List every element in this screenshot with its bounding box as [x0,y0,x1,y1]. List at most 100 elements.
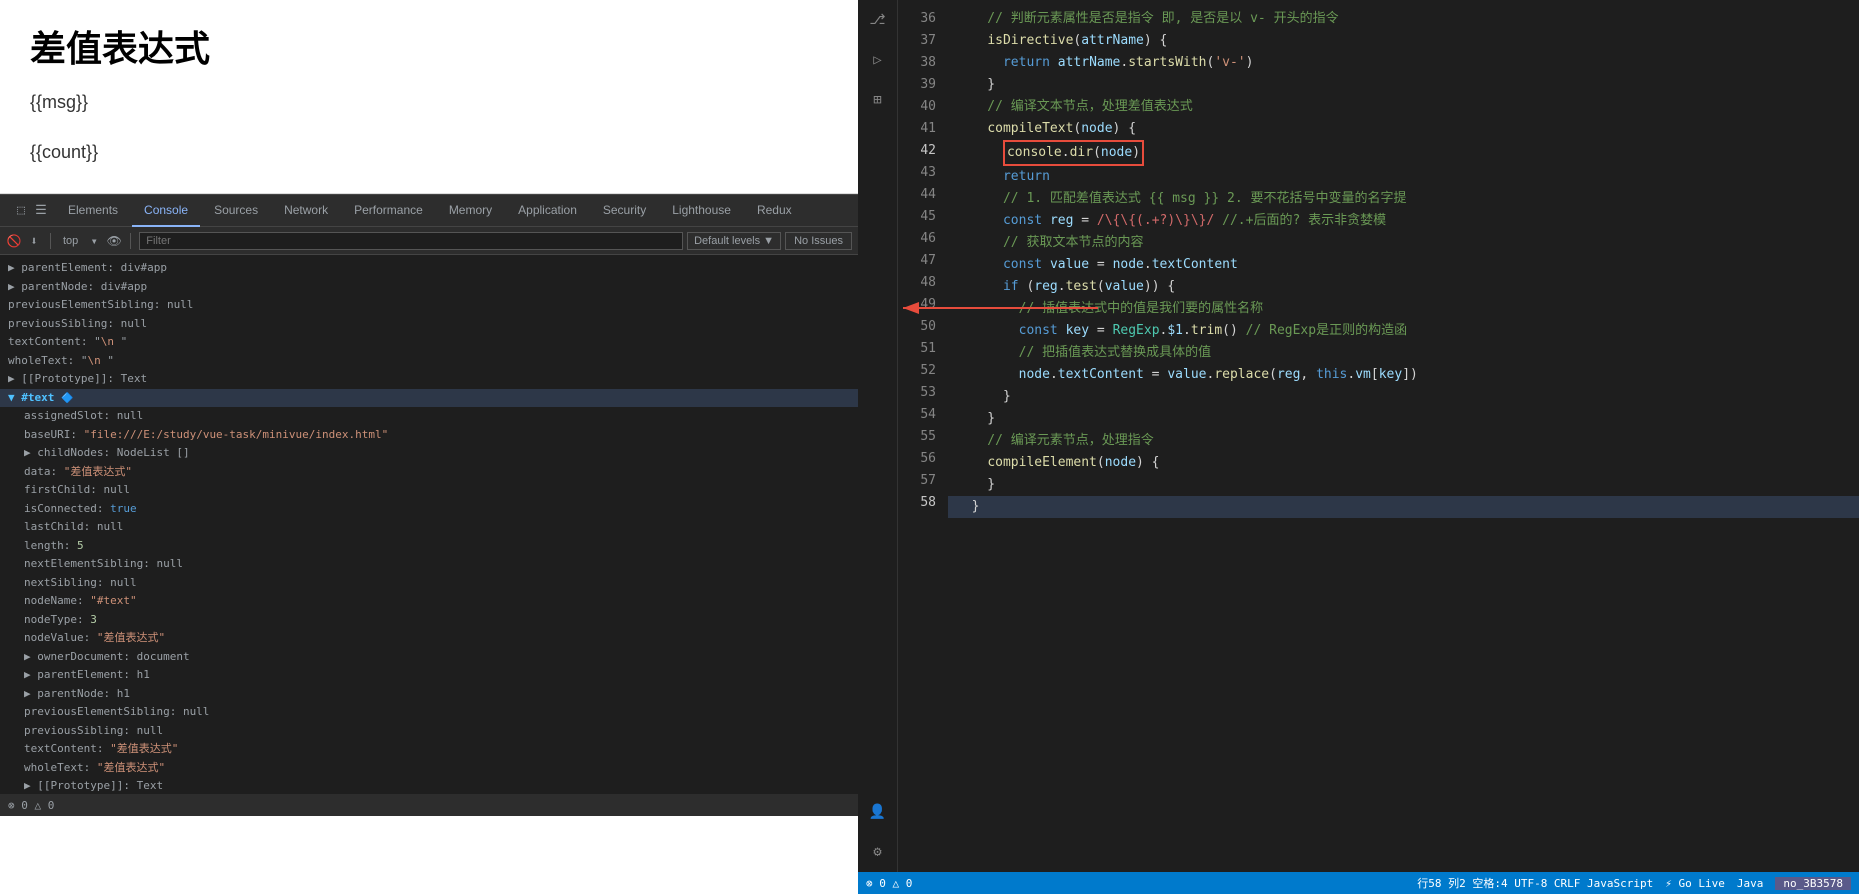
line-num-55: 55 [898,426,936,448]
port-status: no_3B3578 [1775,877,1851,890]
console-output[interactable]: ▶ parentElement: div#app ▶ parentNode: d… [0,255,858,794]
code-line-42: console.dir(node) [948,140,1859,166]
console-prop-isconnected: isConnected: true [0,500,858,519]
main-container: 差值表达式 {{msg}} {{count}} ⬚ ☰ Elements Con… [0,0,1859,894]
left-panel: 差值表达式 {{msg}} {{count}} ⬚ ☰ Elements Con… [0,0,858,894]
tab-lighthouse[interactable]: Lighthouse [660,195,743,227]
console-line-4: previousSibling: null [0,315,858,334]
line-num-40: 40 [898,96,936,118]
console-prop-lastchild: lastChild: null [0,518,858,537]
tab-redux[interactable]: Redux [745,195,804,227]
console-prop-parentel: ▶ parentElement: h1 [0,666,858,685]
line-num-38: 38 [898,52,936,74]
webpage-var2: {{count}} [30,142,828,163]
console-line-5: textContent: "\n " [0,333,858,352]
toolbar-separator [50,233,51,249]
tab-elements[interactable]: Elements [56,195,130,227]
top-context-button[interactable]: top [59,235,82,247]
tab-security[interactable]: Security [591,195,658,227]
inspect-icon[interactable]: ⬚ [12,202,30,220]
code-line-55: // 编译元素节点，处理指令 [948,430,1859,452]
code-line-46: // 获取文本节点的内容 [948,232,1859,254]
console-prop-nextsibling: nextSibling: null [0,574,858,593]
code-line-50: const key = RegExp.$1.trim() // RegExp是正… [948,320,1859,342]
line-num-48: 48 [898,272,936,294]
code-line-47: const value = node.textContent [948,254,1859,276]
default-levels-button[interactable]: Default levels ▼ [687,232,781,250]
debug-icon[interactable]: ▷ [866,48,890,72]
console-prop-prevelsibling: previousElementSibling: null [0,703,858,722]
editor-main: ⎇ ▷ ⊞ 👤 ⚙ [858,0,1859,872]
line-num-53: 53 [898,382,936,404]
code-line-44: // 1. 匹配差值表达式 {{ msg }} 2. 要不花括号中变量的名字提 [948,188,1859,210]
console-prop-nextelsibling: nextElementSibling: null [0,555,858,574]
console-prop-slot: assignedSlot: null [0,407,858,426]
filter-icon[interactable]: ⬇ [26,233,42,249]
code-line-57: } [948,474,1859,496]
line-num-46: 46 [898,228,936,250]
tab-memory[interactable]: Memory [437,195,504,227]
no-issues-button[interactable]: No Issues [785,232,852,250]
git-icon[interactable]: ⎇ [866,8,890,32]
devtools-bottom-bar: ⊗ 0 △ 0 [0,794,858,816]
devtools-panel: ⬚ ☰ Elements Console Sources Network Per… [0,194,858,794]
code-editor-area: 36 37 38 39 40 41 42 43 44 45 46 47 48 4… [898,0,1859,872]
webpage-title: 差值表达式 [30,20,828,72]
console-line-1: ▶ parentElement: div#app [0,259,858,278]
line-num-41: 41 [898,118,936,140]
tab-application[interactable]: Application [506,195,589,227]
console-prop-length: length: 5 [0,537,858,556]
grid-icon[interactable]: ⊞ [866,88,890,112]
console-section-text: ▼ #text 🔷 [0,389,858,408]
console-line-7: ▶ [[Prototype]]: Text [0,370,858,389]
account-icon[interactable]: 👤 [866,800,890,824]
console-prop-nodename: nodeName: "#text" [0,592,858,611]
go-live-button[interactable]: ⚡ Go Live [1665,877,1725,890]
devtools-status: ⊗ 0 △ 0 [8,799,54,812]
toolbar-separator2 [130,233,131,249]
line-num-43: 43 [898,162,936,184]
tab-sources[interactable]: Sources [202,195,270,227]
code-line-40: // 编译文本节点，处理差值表达式 [948,96,1859,118]
console-toolbar: 🚫 ⬇ top ▾ 👁 Default levels ▼ No Issues [0,227,858,255]
console-prop-nodevalue: nodeValue: "差值表达式" [0,629,858,648]
tab-console[interactable]: Console [132,195,200,227]
code-line-53: } [948,386,1859,408]
top-dropdown-icon[interactable]: ▾ [86,233,102,249]
tab-network[interactable]: Network [272,195,340,227]
console-prop-childnodes: ▶ childNodes: NodeList [] [0,444,858,463]
code-line-48: if (reg.test(value)) { [948,276,1859,298]
line-num-42: 42 [898,140,936,162]
code-line-54: } [948,408,1859,430]
line-num-36: 36 [898,8,936,30]
clear-icon[interactable]: 🚫 [6,233,22,249]
editor-sidebar: ⎇ ▷ ⊞ 👤 ⚙ [858,0,898,872]
line-num-47: 47 [898,250,936,272]
console-filter-input[interactable] [139,232,683,250]
console-line-6: wholeText: "\n " [0,352,858,371]
console-prop-firstchild: firstChild: null [0,481,858,500]
console-prop-proto: ▶ [[Prototype]]: Text [0,777,858,794]
code-line-49: // 插值表达式中的值是我们要的属性名称 [948,298,1859,320]
code-line-43: return [948,166,1859,188]
code-line-39: } [948,74,1859,96]
line-num-37: 37 [898,30,936,52]
eye-icon[interactable]: 👁 [106,233,122,249]
code-line-45: const reg = /\{\{(.+?)\}\}/ //.+后面的? 表示非… [948,210,1859,232]
console-prop-nodetype: nodeType: 3 [0,611,858,630]
console-prop-ownerdoc: ▶ ownerDocument: document [0,648,858,667]
line-num-39: 39 [898,74,936,96]
console-prop-parentnode: ▶ parentNode: h1 [0,685,858,704]
status-errors[interactable]: ⊗ 0 △ 0 [866,877,912,890]
settings-icon[interactable]: ⚙ [866,840,890,864]
device-icon[interactable]: ☰ [32,202,50,220]
code-line-41: compileText(node) { [948,118,1859,140]
java-status: Java [1737,877,1764,890]
line-num-51: 51 [898,338,936,360]
console-line-2: ▶ parentNode: div#app [0,278,858,297]
console-line-3: previousElementSibling: null [0,296,858,315]
tab-performance[interactable]: Performance [342,195,435,227]
webpage-var1: {{msg}} [30,92,828,113]
line-num-50: 50 [898,316,936,338]
status-bar: ⊗ 0 △ 0 行58 列2 空格:4 UTF-8 CRLF JavaScrip… [858,872,1859,894]
